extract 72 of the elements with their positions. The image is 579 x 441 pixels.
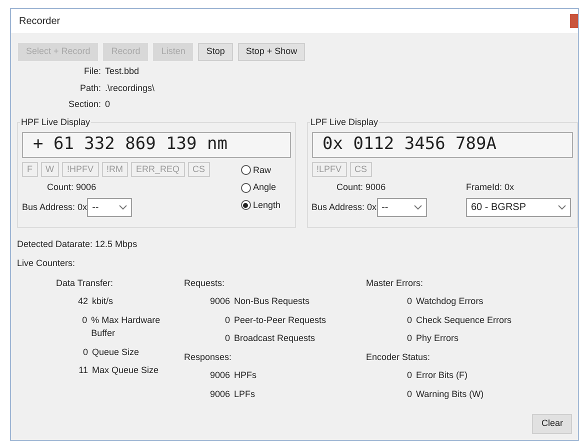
counter-value: 0 (406, 388, 412, 400)
info-label: Section: (67, 98, 101, 111)
toolbar-button[interactable]: Stop + Show (238, 43, 306, 61)
dropdown[interactable]: -- (87, 198, 132, 217)
chevron-down-icon (414, 205, 422, 210)
count-text: Count: 9006 (46, 180, 98, 194)
counter-label: Max Queue Size (92, 364, 159, 377)
dropdown[interactable]: 60 - BGRSP (466, 198, 571, 217)
radio-option[interactable]: Length (240, 198, 280, 212)
counter-value: 0 (406, 314, 412, 326)
radio-option[interactable]: Angle (240, 181, 280, 194)
info-value: .\recordings\ (105, 82, 155, 95)
flag-indicator: !RM (102, 162, 128, 176)
counter-value: 42 (76, 295, 88, 308)
counter-label: % Max Hardware Buffer (91, 314, 162, 340)
flag-indicator: ERR_REQ (131, 162, 185, 176)
counter-label: Error Bits (F) (416, 369, 468, 382)
counter-value: 9006 (208, 388, 230, 400)
info-value: Test.bbd (105, 65, 140, 78)
flag-indicator: F (22, 162, 38, 176)
counter-heading: Encoder Status: (366, 350, 432, 364)
counter-value: 0 (406, 332, 412, 345)
counter-value: 0 (406, 369, 412, 382)
counter-heading: Requests: (184, 276, 226, 290)
group-title: LPF Live Display (310, 116, 380, 129)
live-display: 0x 0112 3456 789A (312, 132, 573, 158)
clear-button[interactable]: Clear (532, 414, 572, 434)
toolbar-button[interactable]: Stop (198, 43, 233, 61)
dropdown[interactable]: -- (376, 198, 427, 217)
counter-value: 0 (224, 332, 230, 345)
bus-address-label: Bus Address: 0x (22, 200, 88, 214)
counter-heading: Responses: (184, 350, 233, 364)
counter-value: 9006 (208, 369, 230, 382)
info-value: 0 (105, 98, 110, 111)
counter-label: Watchdog Errors (416, 295, 484, 308)
frame-id-label: FrameId: 0x (466, 180, 516, 194)
live-display: + 61 332 869 139 nm (22, 132, 290, 158)
flag-indicator: CS (188, 162, 210, 176)
counter-label: Check Sequence Errors (416, 314, 512, 327)
counter-value: 9006 (208, 295, 230, 308)
counter-value: 0 (406, 295, 412, 308)
counter-label: Broadcast Requests (234, 332, 316, 345)
flag-indicator: !LPFV (312, 162, 347, 176)
chevron-down-icon (119, 205, 128, 210)
counter-heading: Master Errors: (366, 276, 424, 290)
flag-indicator: CS (350, 162, 372, 176)
counter-label: Queue Size (92, 346, 140, 359)
chevron-down-icon (558, 205, 566, 210)
radio-option[interactable]: Raw (240, 164, 280, 177)
flag-indicator: W (40, 162, 59, 176)
datarate-text: Detected Datarate: 12.5 Mbps (17, 238, 138, 251)
counter-heading: Data Transfer: (56, 276, 114, 290)
counter-label: kbit/s (92, 295, 114, 308)
counter-label: Peer-to-Peer Requests (234, 314, 326, 327)
info-label: File: (82, 65, 101, 78)
counter-label: Non-Bus Requests (234, 295, 310, 308)
count-text: Count: 9006 (336, 180, 387, 194)
info-label: Path: (78, 82, 101, 94)
counter-label: HPFs (234, 369, 256, 382)
bus-address-label: Bus Address: 0x (312, 200, 377, 214)
live-counters-heading: Live Counters: (17, 257, 76, 270)
window-title: Recorder (19, 14, 60, 28)
close-button[interactable] (570, 14, 578, 28)
counter-value: 0 (224, 314, 230, 326)
counter-label: Phy Errors (416, 332, 459, 345)
flag-indicator: !HPFV (62, 162, 99, 176)
group-title: HPF Live Display (20, 116, 92, 129)
counter-value: 11 (78, 364, 88, 377)
counter-label: LPFs (234, 388, 256, 400)
counter-label: Warning Bits (W) (416, 388, 484, 401)
counter-value: 0 (82, 346, 88, 358)
counter-value: 0 (81, 314, 88, 326)
